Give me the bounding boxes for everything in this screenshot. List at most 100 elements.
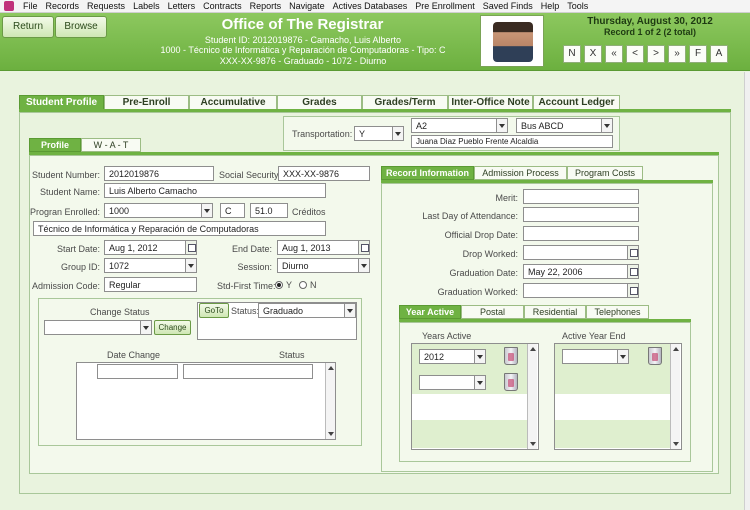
trash-icon[interactable]	[648, 347, 662, 365]
menu-requests[interactable]: Requests	[84, 1, 130, 11]
calendar-icon[interactable]	[627, 284, 638, 297]
program-select[interactable]: 1000	[104, 203, 213, 218]
tab-pre-enroll[interactable]: Pre-Enroll	[104, 95, 189, 110]
program-description-field[interactable]: Técnico de Informática y Reparación de C…	[33, 221, 326, 236]
tab-year-active[interactable]: Year Active	[399, 305, 461, 319]
trash-icon[interactable]	[504, 373, 518, 391]
student-name-field[interactable]: Luis Alberto Camacho	[104, 183, 326, 198]
scroll-down-icon[interactable]	[673, 442, 679, 446]
student-photo-image	[493, 22, 533, 62]
calendar-icon[interactable]	[358, 241, 369, 254]
active-year-end-select[interactable]	[562, 349, 629, 364]
admission-code-field[interactable]: Regular	[104, 277, 197, 292]
program-type-field[interactable]: C	[220, 203, 245, 218]
nav-find-button[interactable]: F	[689, 45, 707, 63]
ssn-field[interactable]: XXX-XX-9876	[278, 166, 370, 181]
merit-field[interactable]	[523, 189, 639, 204]
status-history-date-cell[interactable]	[97, 364, 178, 379]
bus-select[interactable]: Bus ABCD	[516, 118, 613, 133]
status-select[interactable]: Graduado	[258, 303, 356, 318]
menu-actives-databases[interactable]: Actives Databases	[330, 1, 413, 11]
year-active-select[interactable]: 2012	[419, 349, 486, 364]
student-number-field[interactable]: 2012019876	[104, 166, 214, 181]
calendar-icon[interactable]	[185, 241, 196, 254]
nav-next-button[interactable]: >	[647, 45, 665, 63]
transportation-select[interactable]: Y	[354, 126, 404, 141]
start-date-field[interactable]: Aug 1, 2012	[104, 240, 197, 255]
tab-record-information[interactable]: Record Information	[381, 166, 474, 180]
graduation-worked-field[interactable]	[523, 283, 639, 298]
tab-student-profile[interactable]: Student Profile	[19, 95, 104, 110]
tab-admission-process[interactable]: Admission Process	[474, 166, 567, 180]
credits-field[interactable]: 51.0	[250, 203, 288, 218]
session-value: Diurno	[282, 261, 309, 271]
menu-contracts[interactable]: Contracts	[200, 1, 247, 11]
group-id-label: Group ID:	[60, 262, 100, 272]
window-scrollbar[interactable]	[744, 72, 750, 510]
scroll-up-icon[interactable]	[673, 347, 679, 351]
menu-reports[interactable]: Reports	[247, 1, 287, 11]
transportation-value: Y	[359, 129, 366, 139]
nav-new-button[interactable]: N	[563, 45, 581, 63]
menu-letters[interactable]: Letters	[165, 1, 201, 11]
trash-icon[interactable]	[504, 347, 518, 365]
years-active-scrollbar[interactable]	[527, 344, 537, 449]
menu-help[interactable]: Help	[538, 1, 565, 11]
nav-all-button[interactable]: A	[710, 45, 728, 63]
status-history-status-cell[interactable]	[183, 364, 313, 379]
calendar-icon[interactable]	[627, 265, 638, 278]
status-summary-line: XXX-XX-9876 - Graduado - 1072 - Diurno	[219, 56, 387, 66]
return-button[interactable]: Return	[2, 16, 54, 38]
nav-prev-button[interactable]: <	[626, 45, 644, 63]
menu-records[interactable]: Records	[43, 1, 85, 11]
transport-address-field[interactable]: Juana Diaz Pueblo Frente Alcaldia	[411, 135, 613, 148]
scroll-down-icon[interactable]	[328, 432, 334, 436]
year-active-select-empty[interactable]	[419, 375, 486, 390]
graduation-date-field[interactable]: May 22, 2006	[523, 264, 639, 279]
nav-delete-button[interactable]: X	[584, 45, 602, 63]
scroll-up-icon[interactable]	[328, 366, 334, 370]
scroll-up-icon[interactable]	[530, 347, 536, 351]
status-history-scrollbar[interactable]	[325, 363, 335, 439]
menu-saved-finds[interactable]: Saved Finds	[480, 1, 538, 11]
tab-grades-term[interactable]: Grades/Term	[362, 95, 448, 110]
std-first-time-no-label: N	[310, 280, 317, 290]
tab-grades[interactable]: Grades	[277, 95, 362, 110]
calendar-icon[interactable]	[627, 246, 638, 259]
std-first-time-yes-radio[interactable]	[275, 281, 283, 289]
menu-file[interactable]: File	[20, 1, 43, 11]
zone-select[interactable]: A2	[411, 118, 508, 133]
scroll-down-icon[interactable]	[530, 442, 536, 446]
menu-pre-enrollment[interactable]: Pre Enrollment	[412, 1, 480, 11]
graduation-date-value: May 22, 2006	[528, 267, 583, 277]
tab-account-ledger[interactable]: Account Ledger	[533, 95, 620, 110]
session-select[interactable]: Diurno	[277, 258, 370, 273]
group-id-select[interactable]: 1072	[104, 258, 197, 273]
active-year-end-scrollbar[interactable]	[670, 344, 680, 449]
end-date-label: End Date:	[231, 244, 272, 254]
tab-inter-office-note[interactable]: Inter-Office Note	[448, 95, 533, 110]
tab-postal[interactable]: Postal	[461, 305, 524, 319]
menu-tools[interactable]: Tools	[564, 1, 593, 11]
start-date-value: Aug 1, 2012	[109, 243, 158, 253]
end-date-field[interactable]: Aug 1, 2013	[277, 240, 370, 255]
nav-last-button[interactable]: »	[668, 45, 686, 63]
std-first-time-no-radio[interactable]	[299, 281, 307, 289]
nav-first-button[interactable]: «	[605, 45, 623, 63]
drop-worked-field[interactable]	[523, 245, 639, 260]
menu-labels[interactable]: Labels	[130, 1, 165, 11]
tab-telephones[interactable]: Telephones	[586, 305, 649, 319]
change-status-select[interactable]	[44, 320, 152, 335]
tab-accumulative[interactable]: Accumulative	[189, 95, 277, 110]
official-drop-date-field[interactable]	[523, 226, 639, 241]
last-day-attendance-field[interactable]	[523, 207, 639, 222]
tab-profile[interactable]: Profile	[29, 138, 81, 152]
chevron-down-icon	[185, 259, 196, 272]
goto-button[interactable]: GoTo	[199, 303, 229, 318]
change-button[interactable]: Change	[154, 320, 191, 335]
tab-wat[interactable]: W - A - T	[81, 138, 141, 152]
tab-program-costs[interactable]: Program Costs	[567, 166, 643, 180]
tab-residential[interactable]: Residential	[524, 305, 586, 319]
menu-navigate[interactable]: Navigate	[286, 1, 330, 11]
browse-button[interactable]: Browse	[55, 16, 107, 38]
